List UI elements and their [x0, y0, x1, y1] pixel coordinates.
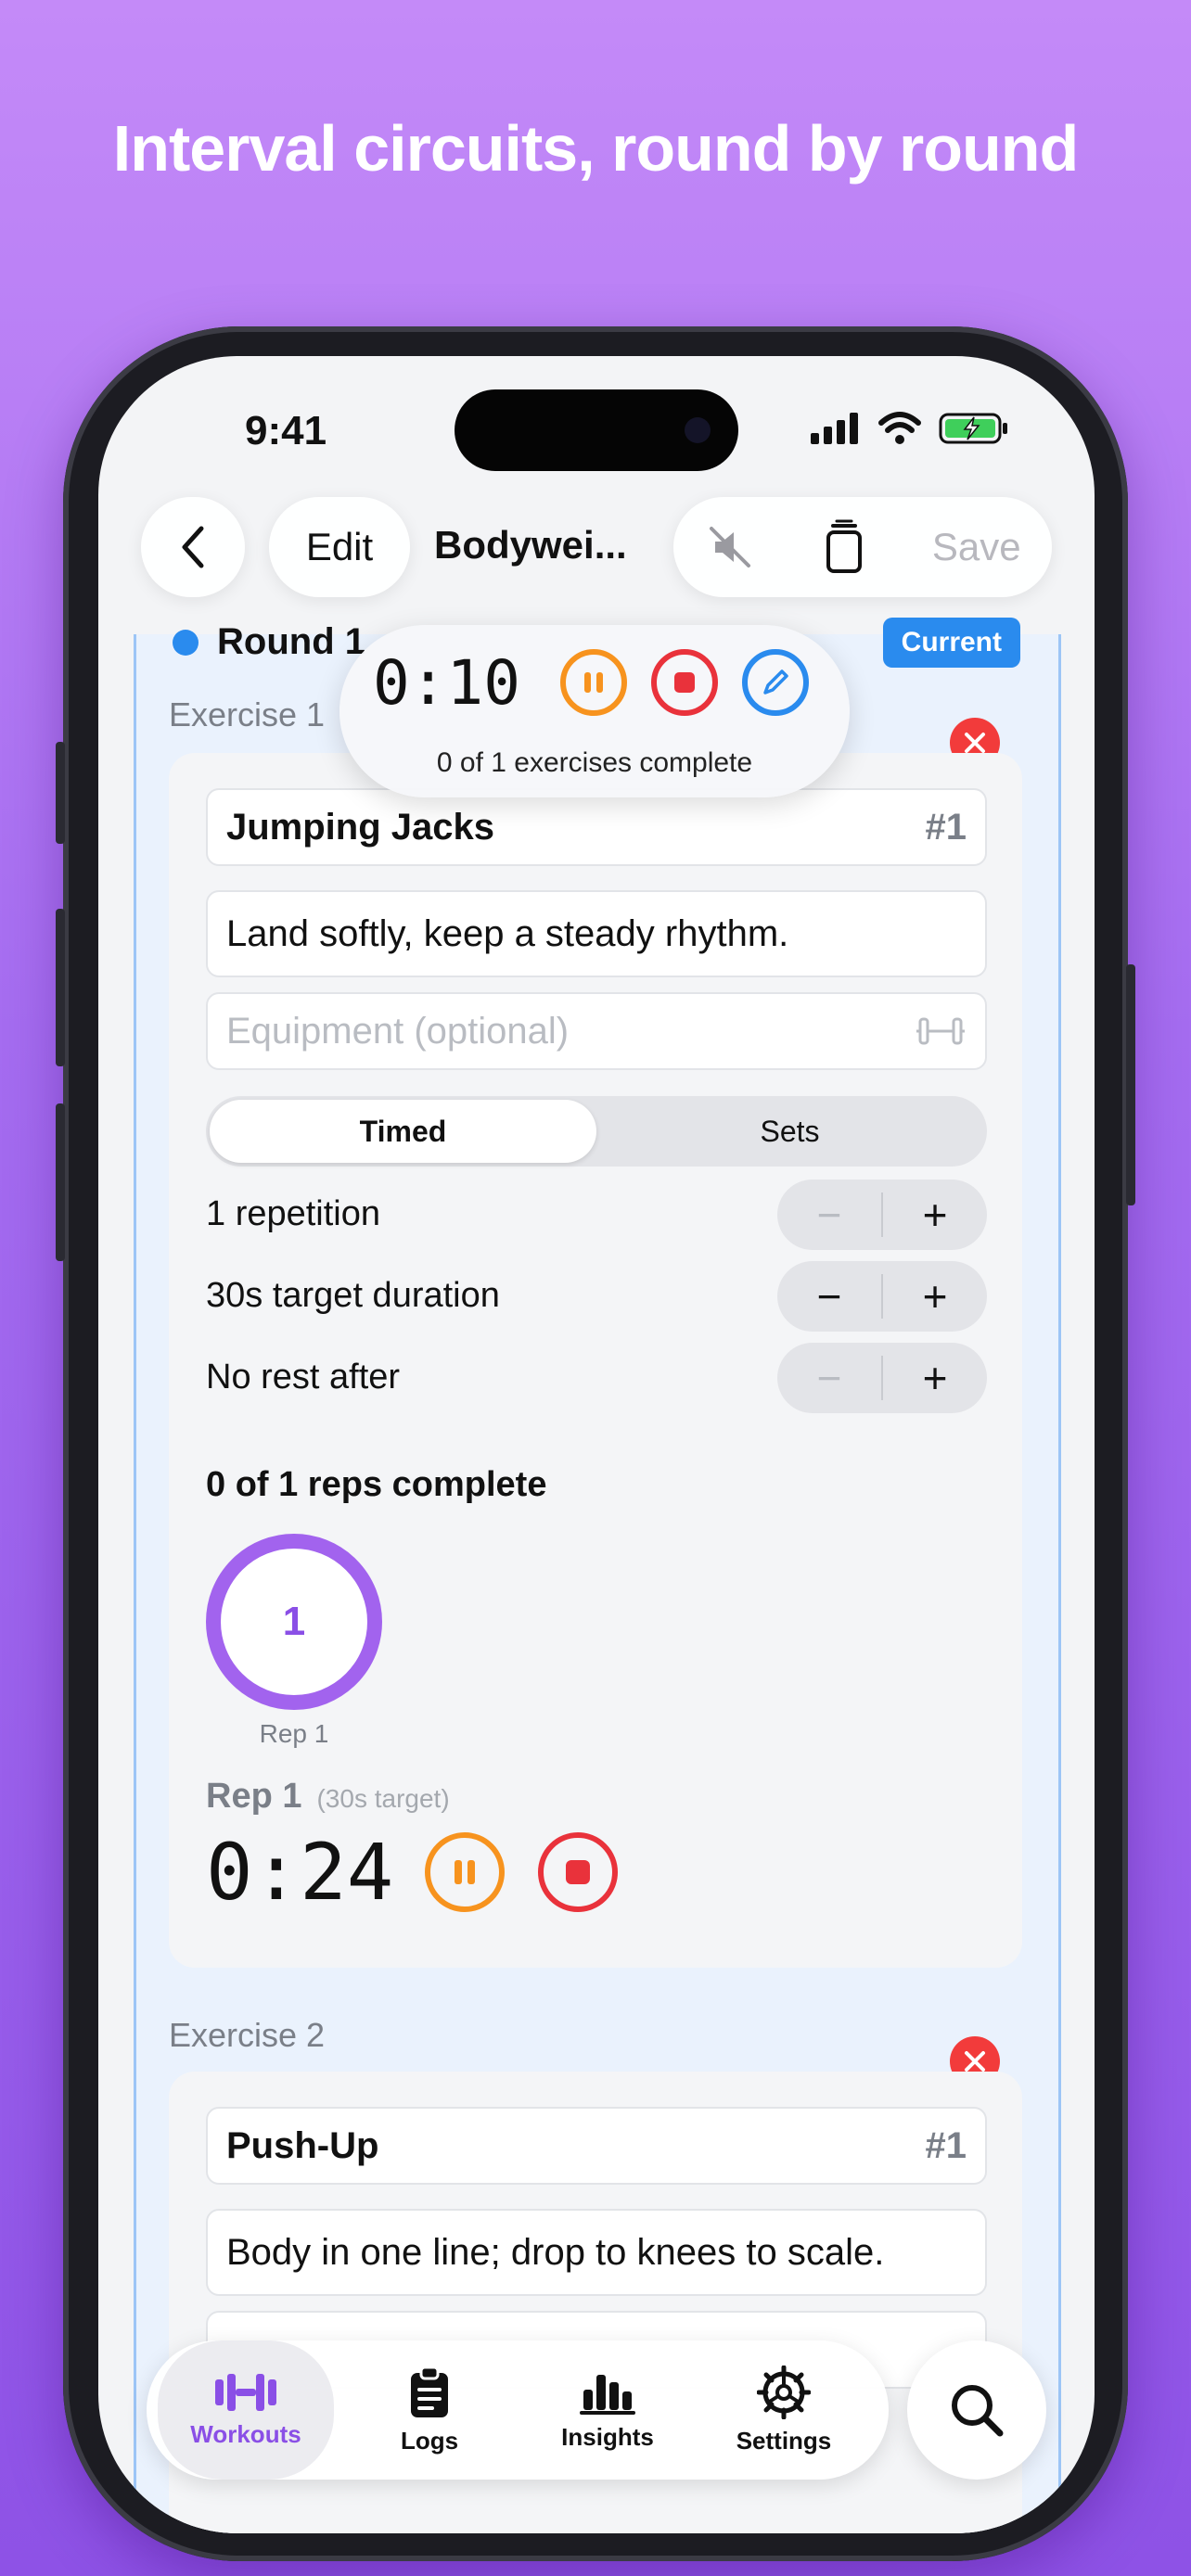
close-icon — [965, 733, 985, 753]
copy-icon[interactable] — [818, 519, 870, 575]
status-time: 9:41 — [245, 408, 327, 453]
edit-button[interactable]: Edit — [269, 497, 410, 597]
duration-label: 30s target duration — [206, 1276, 500, 1315]
exercise-2-note: Body in one line; drop to knees to scale… — [226, 2231, 885, 2273]
dumbbell-small-icon — [916, 1017, 965, 1045]
exercise-1-card: Jumping Jacks #1 Land softly, keep a ste… — [169, 753, 1022, 1968]
tab-insights-label: Insights — [561, 2422, 654, 2451]
dynamic-island — [455, 389, 738, 471]
tab-settings[interactable]: Settings — [696, 2340, 872, 2480]
headline: Interval circuits, round by round — [112, 112, 1079, 185]
rest-minus-button[interactable]: − — [777, 1353, 881, 1403]
rep-timer: 0:24 — [206, 1827, 394, 1918]
back-button[interactable] — [141, 497, 245, 597]
rest-label: No rest after — [206, 1358, 401, 1396]
dumbbell-icon — [215, 2373, 276, 2411]
nav-bar: Edit Bodywei... Save — [98, 497, 1095, 608]
reps-complete-title: 0 of 1 reps complete — [206, 1465, 547, 1504]
exercise-1-note-field[interactable]: Land softly, keep a steady rhythm. — [206, 890, 987, 977]
exercises-complete-text: 0 of 1 exercises complete — [436, 747, 753, 778]
workout-stop-button[interactable] — [651, 649, 718, 716]
duration-stepper: − + — [777, 1261, 987, 1332]
duration-plus-button[interactable]: + — [883, 1271, 987, 1321]
exercise-2-label: Exercise 2 — [169, 2016, 326, 2054]
mode-segmented-control: Timed Sets — [206, 1096, 987, 1167]
pause-icon — [584, 672, 603, 693]
volume-up-button — [56, 909, 65, 1066]
search-icon — [952, 2385, 1004, 2437]
workout-edit-button[interactable] — [742, 649, 809, 716]
signal-icon — [811, 413, 858, 444]
exercise-1-equipment-field[interactable]: Equipment (optional) — [206, 992, 987, 1070]
rep-heading: Rep 1 (30s target) — [206, 1777, 450, 1817]
save-button[interactable]: Save — [932, 525, 1021, 569]
repetition-label: 1 repetition — [206, 1194, 381, 1233]
mode-option-sets[interactable]: Sets — [596, 1100, 983, 1163]
rep-stop-button[interactable] — [538, 1832, 618, 1912]
workout-timer: 0:10 — [373, 647, 520, 719]
workout-pause-button[interactable] — [560, 649, 627, 716]
app-screen: 9:41 Edit Bodywei... Save Round 1 Curren… — [98, 356, 1095, 2533]
nav-title: Bodywei... — [434, 523, 627, 567]
equipment-placeholder: Equipment (optional) — [226, 1010, 570, 1052]
tab-bar: Workouts Logs Insights Settings — [147, 2340, 889, 2480]
wifi-icon — [878, 412, 921, 444]
rest-stepper: − + — [777, 1343, 987, 1413]
tab-workouts[interactable]: Workouts — [158, 2340, 334, 2480]
action-button — [56, 742, 65, 844]
rep-target: (30s target) — [316, 1784, 450, 1813]
close-icon — [965, 2051, 985, 2072]
battery-charging-icon — [939, 413, 1007, 444]
exercise-2-index: #1 — [925, 2124, 967, 2166]
exercise-1-label: Exercise 1 — [169, 695, 326, 733]
round-dot-icon — [173, 629, 198, 656]
exercise-1-note: Land softly, keep a steady rhythm. — [226, 912, 789, 954]
clipboard-icon — [411, 2366, 448, 2417]
nav-actions: Save — [673, 497, 1052, 597]
power-button — [1126, 964, 1135, 1205]
status-bar: 9:41 — [98, 356, 1095, 477]
exercise-1-name-field[interactable]: Jumping Jacks #1 — [206, 788, 987, 866]
pause-icon — [455, 1860, 475, 1884]
mode-option-timed[interactable]: Timed — [210, 1100, 596, 1163]
tab-settings-label: Settings — [736, 2426, 832, 2455]
repetition-minus-button[interactable]: − — [777, 1190, 881, 1240]
chevron-left-icon — [182, 526, 204, 568]
rep-1-ring[interactable]: 1 — [206, 1534, 382, 1710]
rep-1-caption: Rep 1 — [259, 1719, 329, 1748]
rep-pause-button[interactable] — [425, 1832, 505, 1912]
current-badge: Current — [882, 618, 1020, 668]
rep-heading-text: Rep 1 — [206, 1777, 302, 1816]
bar-chart-icon — [580, 2374, 635, 2415]
gear-icon — [757, 2365, 811, 2419]
repetition-stepper: − + — [777, 1180, 987, 1250]
tab-insights[interactable]: Insights — [519, 2340, 696, 2480]
exercise-1-index: #1 — [925, 806, 967, 848]
stop-icon — [674, 672, 695, 693]
exercise-2-note-field[interactable]: Body in one line; drop to knees to scale… — [206, 2209, 987, 2296]
tab-logs-label: Logs — [400, 2426, 459, 2455]
round-title: Round 1 — [217, 621, 365, 662]
stop-icon — [566, 1860, 590, 1884]
exercise-1-name: Jumping Jacks — [226, 806, 495, 848]
speaker-muted-icon[interactable] — [704, 521, 756, 573]
rest-plus-button[interactable]: + — [883, 1353, 987, 1403]
workout-timer-overlay: 0:10 0 of 1 exercises complete — [339, 625, 850, 797]
round-label: Round 1 — [173, 621, 365, 663]
pencil-icon — [763, 670, 788, 695]
tab-workouts-label: Workouts — [190, 2419, 301, 2448]
repetition-plus-button[interactable]: + — [883, 1190, 987, 1240]
exercise-2-name: Push-Up — [226, 2124, 379, 2166]
exercise-2-name-field[interactable]: Push-Up #1 — [206, 2107, 987, 2185]
volume-down-button — [56, 1103, 65, 1261]
duration-minus-button[interactable]: − — [777, 1271, 881, 1321]
search-button[interactable] — [907, 2340, 1046, 2480]
tab-logs[interactable]: Logs — [341, 2340, 518, 2480]
